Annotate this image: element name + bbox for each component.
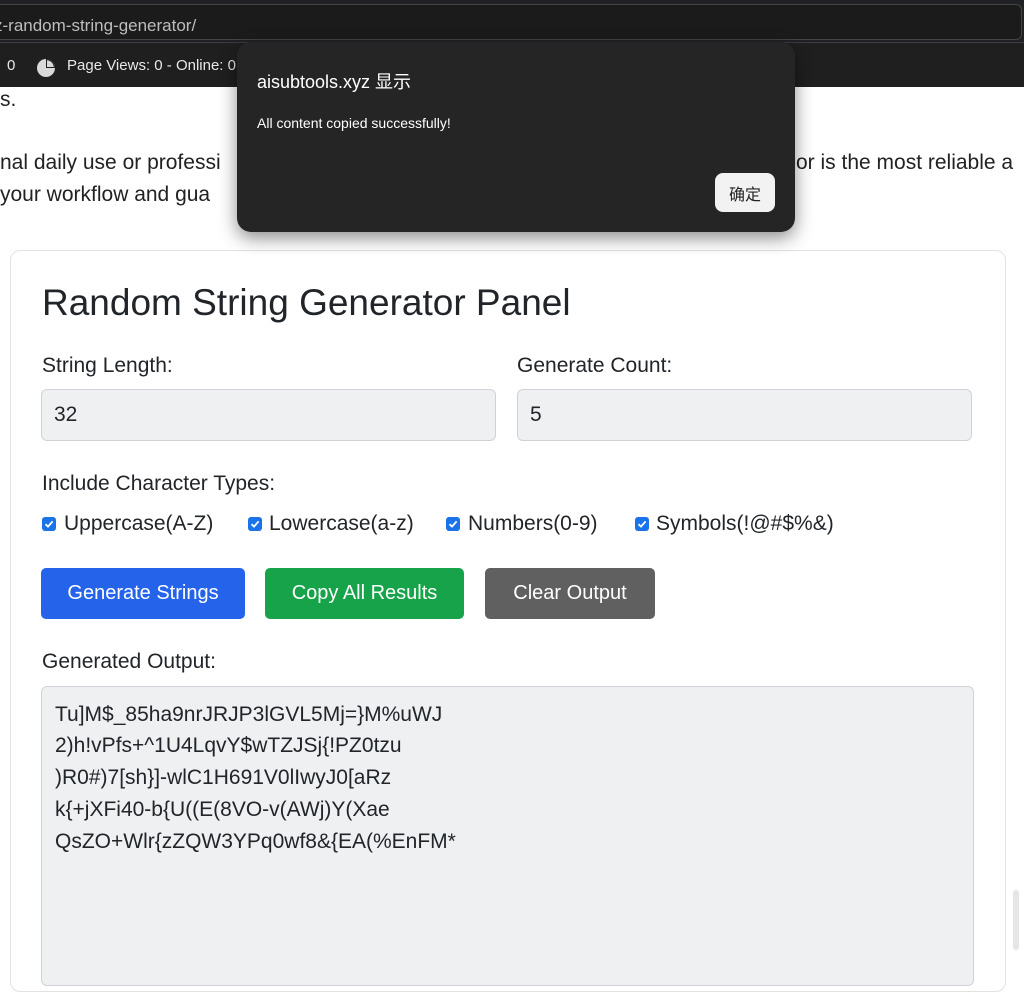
address-bar: xyz-random-string-generator/: [0, 0, 1024, 43]
url-text: xyz-random-string-generator/: [0, 16, 197, 35]
output-line: Tu]M$_85ha9nrJRJP3lGVL5Mj=}M%uWJ: [55, 703, 443, 726]
pie-chart-icon: [36, 58, 56, 78]
dialog-title: aisubtools.xyz 显示: [257, 72, 412, 92]
string-length-label: String Length:: [42, 354, 173, 377]
character-types-label: Include Character Types:: [42, 472, 276, 495]
output-line: 2)h!vPfs+^1U4LqvY$wTZJSj{!PZ0tzu: [55, 734, 402, 757]
lowercase-label: Lowercase(a-z): [269, 512, 414, 535]
page-text-fragment: your workflow and gua: [0, 183, 211, 206]
dialog-message: All content copied successfully!: [257, 115, 451, 131]
lowercase-checkbox[interactable]: [248, 517, 262, 531]
symbols-checkbox[interactable]: [635, 517, 649, 531]
string-length-input[interactable]: [41, 389, 496, 441]
uppercase-checkbox[interactable]: [42, 517, 56, 531]
generated-output-label: Generated Output:: [42, 650, 216, 673]
generate-count-input[interactable]: [517, 389, 972, 441]
numbers-checkbox[interactable]: [446, 517, 460, 531]
uppercase-label: Uppercase(A-Z): [64, 512, 214, 535]
generate-count-label: Generate Count:: [517, 354, 673, 377]
output-line: )R0#)7[sh}]-wlC1H691V0lIwyJ0[aRz: [55, 766, 392, 789]
page-text-fragment: or is the most reliable a: [796, 151, 1014, 174]
scrollbar-thumb[interactable]: [1013, 890, 1019, 950]
output-line: k{+jXFi40-b{U((E(8VO-v(AWj)Y(Xae: [55, 798, 390, 821]
numbers-label: Numbers(0-9): [468, 512, 598, 535]
panel-title: Random String Generator Panel: [42, 282, 571, 323]
copy-all-results-button[interactable]: Copy All Results: [265, 568, 464, 619]
dialog-ok-button[interactable]: 确定: [715, 173, 775, 212]
generate-strings-button[interactable]: Generate Strings: [41, 568, 245, 619]
output-line: QsZO+Wlr{zZQW3YPq0wf8&{EA(%EnFM*: [55, 830, 456, 853]
page-views-text: Page Views: 0 - Online: 0: [67, 57, 236, 74]
symbols-label: Symbols(!@#$%&): [656, 512, 834, 535]
url-field[interactable]: xyz-random-string-generator/: [0, 4, 1022, 40]
page-text-fragment: nal daily use or professi: [0, 151, 221, 174]
page-text-fragment: s.: [0, 88, 17, 111]
stats-count: 0: [7, 57, 16, 74]
clear-output-button[interactable]: Clear Output: [485, 568, 655, 619]
